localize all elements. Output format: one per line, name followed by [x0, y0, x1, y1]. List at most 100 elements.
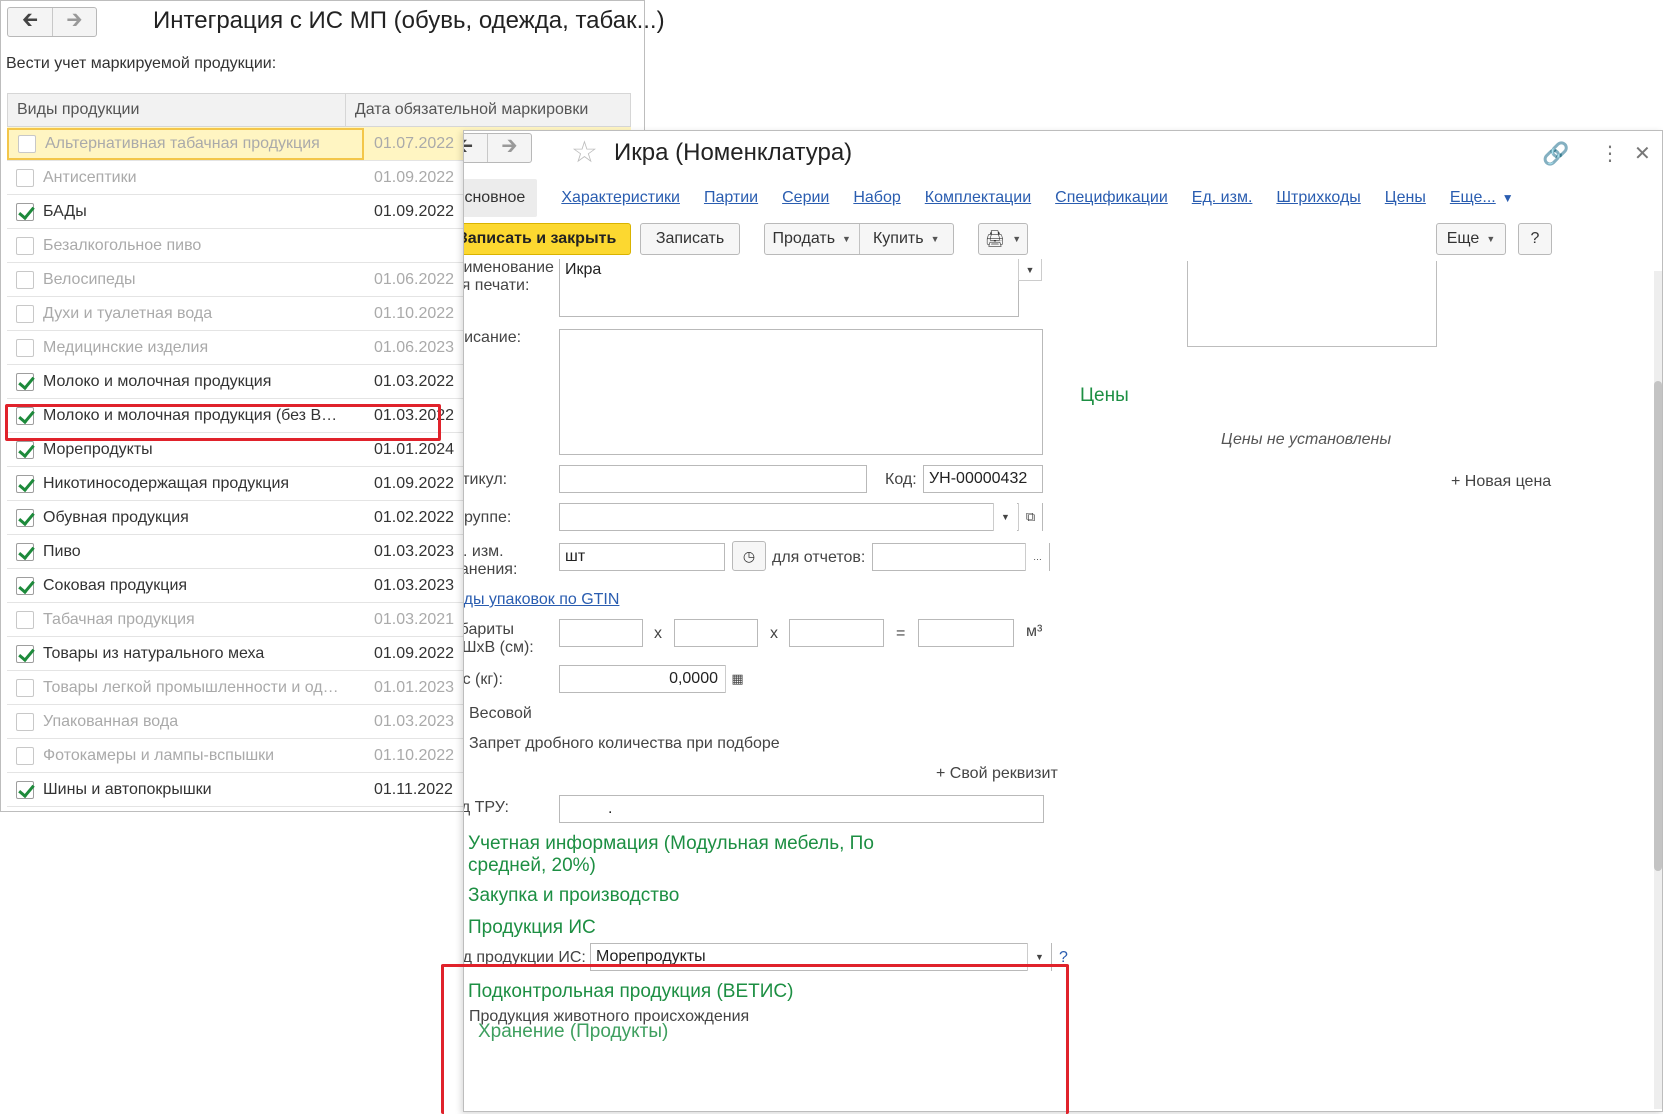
group-dropdown-icon[interactable]: ▼: [993, 503, 1017, 531]
product-type-cell: Медицинские изделия: [7, 338, 364, 357]
product-type-label: Морепродукты: [43, 440, 153, 458]
gtin-packaging-link[interactable]: Виды упаковок по GTIN: [464, 591, 619, 609]
forward-arrow-icon[interactable]: 🡲: [52, 8, 96, 36]
chevron-down-icon[interactable]: ▼: [1502, 191, 1514, 205]
tru-code-field[interactable]: .: [559, 795, 1044, 823]
article-field[interactable]: [559, 465, 867, 493]
description-field[interactable]: [559, 329, 1043, 455]
unit-label: Ед. изм. хранения:: [463, 543, 518, 578]
product-type-label: Табачная продукция: [43, 610, 195, 628]
product-type-cell: Никотиносодержащая продукция: [7, 474, 364, 493]
forward-arrow-icon[interactable]: 🡲: [487, 134, 531, 162]
marking-subtitle: Вести учет маркируемой продукции:: [6, 55, 277, 72]
volume-field[interactable]: [918, 619, 1014, 647]
scrollbar-thumb[interactable]: [1654, 381, 1662, 871]
tab-characteristics[interactable]: Характеристики: [561, 189, 680, 207]
tab-series[interactable]: Серии: [782, 189, 829, 207]
column-header-date[interactable]: Дата обязательной маркировки: [344, 94, 630, 126]
ellipsis-icon[interactable]: …: [1025, 543, 1049, 571]
tab-set[interactable]: Набор: [853, 189, 900, 207]
dims-equals: =: [896, 625, 906, 642]
dims-x2: x: [770, 625, 778, 642]
group-field[interactable]: [559, 503, 1043, 531]
product-type-checkbox[interactable]: [16, 610, 34, 629]
section-is-products[interactable]: Продукция ИС: [468, 918, 596, 937]
prices-empty-text: Цены не установлены: [1221, 431, 1392, 448]
save-button[interactable]: Записать: [640, 223, 740, 255]
product-type-cell: Упакованная вода: [7, 712, 364, 731]
print-name-dropdown-icon[interactable]: ▼: [1018, 259, 1042, 281]
product-type-cell: Духи и туалетная вода: [7, 304, 364, 323]
product-type-checkbox[interactable]: [16, 712, 34, 731]
product-type-checkbox[interactable]: [16, 678, 34, 697]
save-and-close-button[interactable]: Записать и закрыть: [464, 223, 631, 255]
section-accounting-info[interactable]: Учетная информация (Модульная мебель, По…: [468, 833, 888, 877]
product-type-checkbox[interactable]: [16, 440, 34, 459]
weight-field[interactable]: 0,0000: [559, 665, 749, 693]
tab-prices[interactable]: Цены: [1385, 189, 1426, 207]
close-icon[interactable]: ✕: [1634, 141, 1651, 166]
width-field[interactable]: [674, 619, 758, 647]
history-button[interactable]: ◷: [732, 541, 766, 571]
product-type-checkbox[interactable]: [16, 236, 34, 255]
sell-button[interactable]: Продать ▼: [765, 224, 860, 254]
new-price-link[interactable]: + Новая цена: [1451, 473, 1551, 491]
tab-batches[interactable]: Партии: [704, 189, 758, 207]
tab-barcodes[interactable]: Штрихкоды: [1276, 189, 1360, 207]
product-type-label: Духи и туалетная вода: [43, 304, 213, 322]
product-type-checkbox[interactable]: [16, 168, 34, 187]
product-type-checkbox[interactable]: [18, 134, 36, 153]
tab-configurations[interactable]: Комплектации: [925, 189, 1031, 207]
print-name-field[interactable]: Икра: [559, 259, 1019, 317]
code-field[interactable]: УН-00000432: [923, 465, 1043, 493]
height-field[interactable]: [789, 619, 884, 647]
link-icon[interactable]: 🔗: [1542, 141, 1569, 167]
back-arrow-icon[interactable]: 🡰: [8, 8, 52, 36]
tab-specifications[interactable]: Спецификации: [1055, 189, 1168, 207]
product-type-label: Медицинские изделия: [43, 338, 209, 356]
column-header-types[interactable]: Виды продукции: [8, 94, 345, 126]
product-type-checkbox[interactable]: [16, 542, 34, 561]
dropdown-arrow-icon: ▼: [1012, 234, 1022, 244]
product-type-checkbox[interactable]: [16, 338, 34, 357]
group-label: В группе:: [463, 509, 512, 526]
image-placeholder: [1187, 261, 1437, 347]
product-type-cell: Велосипеды: [7, 270, 364, 289]
tab-units[interactable]: Ед. изм.: [1192, 189, 1253, 207]
reports-unit-label: для отчетов:: [772, 549, 866, 566]
product-type-checkbox[interactable]: [16, 746, 34, 765]
history-clock-icon: ◷: [742, 547, 756, 564]
nav-buttons: 🡰 🡲: [464, 133, 532, 163]
back-arrow-icon[interactable]: 🡰: [464, 134, 487, 162]
product-type-checkbox[interactable]: [16, 304, 34, 323]
more-button[interactable]: Еще ▼: [1436, 223, 1506, 255]
product-type-checkbox[interactable]: [16, 270, 34, 289]
article-label: Артикул:: [463, 471, 508, 488]
window-title: Икра (Номенклатура): [614, 139, 853, 166]
product-type-checkbox[interactable]: [16, 644, 34, 663]
length-field[interactable]: [559, 619, 643, 647]
vertical-scrollbar[interactable]: [1654, 271, 1662, 1109]
print-button[interactable]: 🖨 ▼: [978, 223, 1028, 255]
section-purchase[interactable]: Закупка и производство: [468, 886, 679, 905]
unit-field[interactable]: шт: [559, 543, 725, 571]
buy-button[interactable]: Купить ▼: [860, 224, 954, 254]
product-type-checkbox[interactable]: [16, 474, 34, 493]
calculator-icon[interactable]: ▦: [725, 665, 749, 693]
open-window-icon[interactable]: ⧉: [1018, 503, 1042, 531]
product-type-checkbox[interactable]: [16, 372, 34, 391]
more-menu-icon[interactable]: ⋮: [1600, 141, 1620, 166]
favorite-star-icon[interactable]: ☆: [571, 135, 598, 170]
tab-more[interactable]: Еще...: [1450, 189, 1496, 207]
product-type-label: Безалкогольное пиво: [43, 236, 202, 254]
add-own-attribute-link[interactable]: + Свой реквизит: [936, 765, 1058, 783]
product-type-cell: Безалкогольное пиво: [7, 236, 364, 255]
help-button[interactable]: ?: [1518, 223, 1552, 255]
product-type-checkbox[interactable]: [16, 576, 34, 595]
product-type-checkbox[interactable]: [16, 202, 34, 221]
reports-unit-field[interactable]: [872, 543, 1050, 571]
product-type-checkbox[interactable]: [16, 508, 34, 527]
weight-label: Вес (кг):: [463, 671, 503, 688]
tab-main[interactable]: Основное: [464, 179, 538, 217]
product-type-checkbox[interactable]: [16, 780, 34, 799]
